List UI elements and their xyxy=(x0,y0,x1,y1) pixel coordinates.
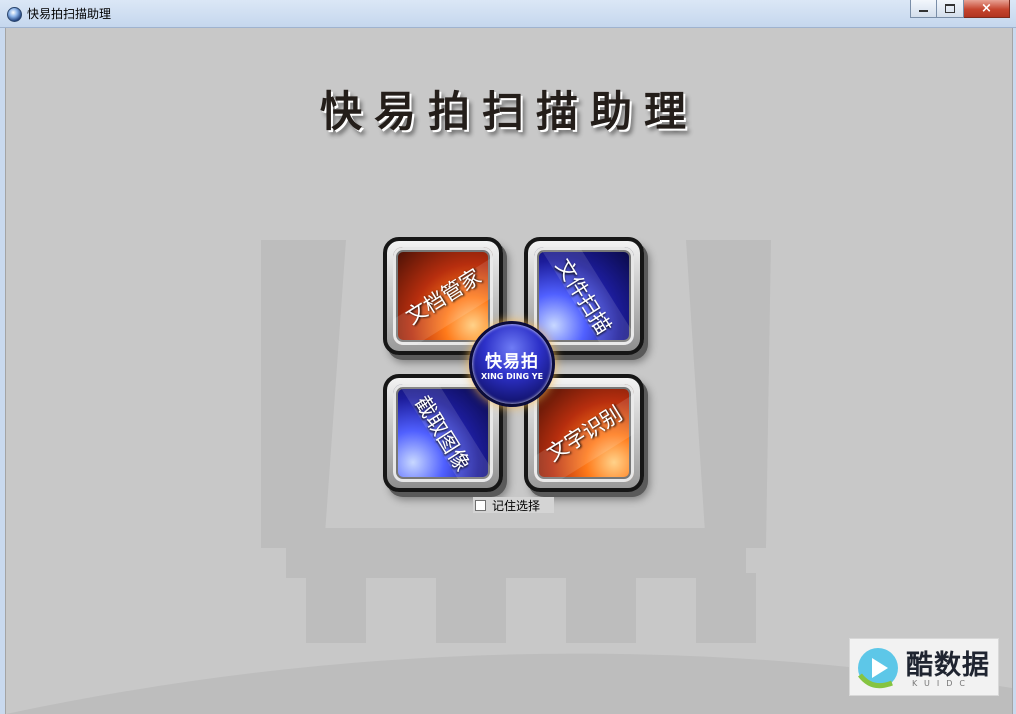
main-panel: 快易拍扫描助理 文档管家 文件扫描 截取图像 文字识别 快易拍 XING DIN… xyxy=(5,28,1013,714)
window-title: 快易拍扫描助理 xyxy=(27,7,112,21)
window-titlebar[interactable]: 快易拍扫描助理 × xyxy=(0,0,1016,28)
watermark-text: 酷数据 xyxy=(906,650,990,681)
logo-main-text: 快易拍 xyxy=(485,352,539,372)
app-title: 快易拍扫描助理 xyxy=(319,87,698,136)
remember-choice-checkbox[interactable] xyxy=(475,499,486,511)
watermark-subtext: KUIDC xyxy=(912,679,972,688)
watermark-logo: 酷数据 KUIDC xyxy=(849,638,999,696)
logo-sub-text: XING DING YE xyxy=(480,372,544,381)
window-controls: × xyxy=(910,0,1010,18)
close-icon: × xyxy=(981,1,992,16)
remember-choice-label: 记住选择 xyxy=(492,498,541,513)
minimize-icon xyxy=(919,10,928,12)
minimize-button[interactable] xyxy=(910,0,937,18)
maximize-icon xyxy=(945,4,955,13)
remember-choice[interactable]: 记住选择 xyxy=(473,497,554,513)
app-icon xyxy=(7,7,22,22)
play-icon xyxy=(858,648,898,689)
center-logo: 快易拍 XING DING YE xyxy=(469,321,555,407)
maximize-button[interactable] xyxy=(937,0,964,18)
close-button[interactable]: × xyxy=(964,0,1010,18)
